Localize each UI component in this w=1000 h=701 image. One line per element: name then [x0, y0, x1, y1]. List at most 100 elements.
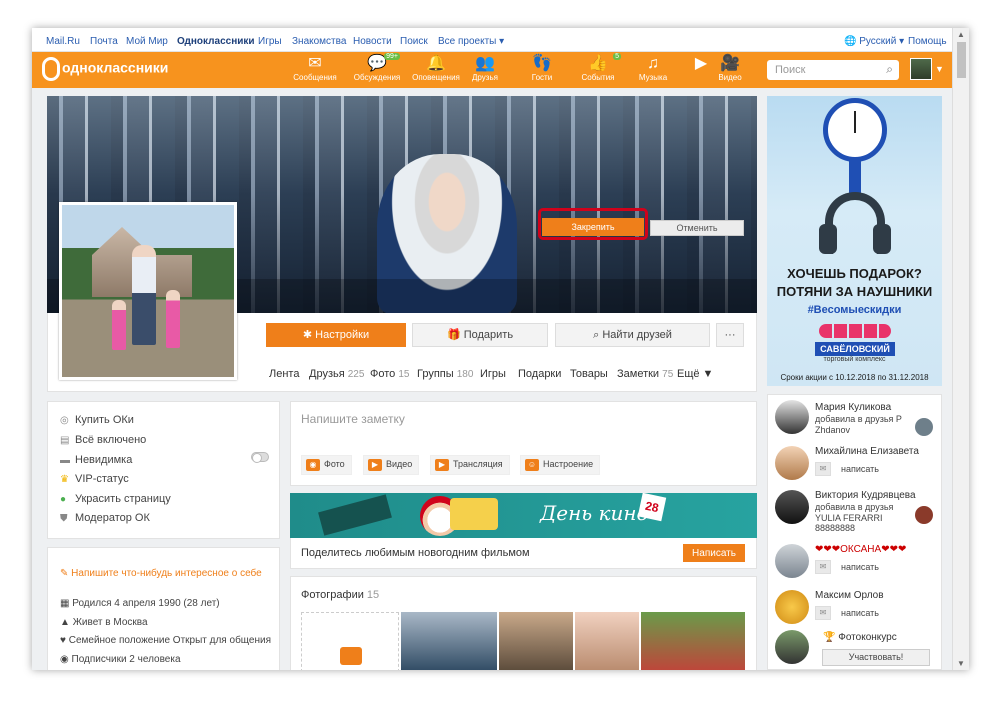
ad-dates: Сроки акции с 10.12.2018 по 31.12.2018: [780, 373, 929, 382]
nav-item[interactable]: 👥 Друзья: [456, 55, 514, 82]
help-link[interactable]: Помощь: [908, 36, 947, 47]
portal-link-search[interactable]: Поиск: [400, 36, 428, 47]
play-screen-icon: [450, 498, 498, 530]
menu-decorate[interactable]: ● Украсить страницу: [60, 493, 171, 505]
about-prompt-link[interactable]: ✎ Напишите что-нибудь интересное о себе: [60, 568, 262, 579]
nav-item[interactable]: 💬 Обсуждения 99+: [348, 53, 406, 82]
nav-label: Сообщения: [293, 73, 337, 82]
language-select[interactable]: 🌐 Русский ▾: [844, 36, 904, 47]
portal-link-mail[interactable]: Почта: [90, 36, 118, 47]
friend-activity-target[interactable]: YULIA FERARRI 88888888: [815, 513, 910, 533]
avatar[interactable]: [775, 446, 809, 480]
note-photo-button[interactable]: ◉ Фото: [301, 455, 352, 475]
cinema-day-banner[interactable]: День кино 28: [290, 493, 757, 538]
menu-moderator[interactable]: ⛊ Модератор ОК: [60, 512, 150, 524]
write-button[interactable]: Написать: [683, 544, 745, 562]
portal-link-ok[interactable]: Одноклассники: [177, 36, 255, 47]
note-video-button[interactable]: ▶ Видео: [363, 455, 420, 475]
smile-icon: ☺: [525, 459, 539, 471]
friend-name[interactable]: Виктория Кудрявцева: [815, 490, 916, 501]
avatar[interactable]: [775, 400, 809, 434]
more-actions-button[interactable]: ···: [716, 323, 744, 347]
search-input[interactable]: Поиск ⌕: [767, 60, 899, 80]
tab-groups[interactable]: Группы 180: [417, 368, 473, 380]
invisible-toggle[interactable]: [251, 452, 269, 463]
portal-link-news[interactable]: Новости: [353, 36, 392, 47]
find-friends-label: Найти друзей: [602, 329, 672, 341]
avatar[interactable]: [775, 630, 809, 664]
avatar[interactable]: [915, 506, 933, 524]
photo-thumbnail[interactable]: [575, 612, 639, 670]
nav-item[interactable]: 👣 Гости: [513, 55, 571, 82]
settings-button[interactable]: ✱ Настройки: [266, 323, 406, 347]
portal-link-games[interactable]: Игры: [258, 36, 282, 47]
message-icon[interactable]: ✉: [815, 462, 831, 476]
about-subscribers[interactable]: ◉ Подписчики 2 человека: [60, 654, 181, 665]
menu-vip[interactable]: ♛ VIP-статус: [60, 473, 129, 485]
avatar[interactable]: [775, 490, 809, 524]
menu-invisible[interactable]: ▬ Невидимка: [60, 454, 132, 466]
nav-item[interactable]: 🎥 Видео: [701, 55, 759, 82]
tab-feed[interactable]: Лента: [269, 368, 299, 380]
scrollbar[interactable]: ▲ ▼: [952, 28, 969, 670]
scrollbar-thumb[interactable]: [957, 42, 966, 78]
add-photo-tile[interactable]: [301, 612, 399, 670]
chevron-down-icon[interactable]: ▼: [935, 64, 944, 74]
tab-gifts[interactable]: Подарки: [518, 368, 561, 380]
advertisement[interactable]: ХОЧЕШЬ ПОДАРОК? ПОТЯНИ ЗА НАУШНИКИ #Весо…: [767, 96, 942, 386]
nav-label: Друзья: [472, 73, 498, 82]
participate-button[interactable]: Участвовать!: [822, 649, 930, 666]
portal-link-mailru[interactable]: Mail.Ru: [46, 36, 80, 47]
cancel-cover-button[interactable]: Отменить: [650, 220, 744, 236]
friend-name[interactable]: ❤❤❤ОКСАНА❤❤❤: [815, 544, 906, 555]
tab-games[interactable]: Игры: [480, 368, 506, 380]
write-message-link[interactable]: написать: [841, 562, 879, 572]
scroll-down-icon[interactable]: ▼: [957, 659, 965, 668]
tab-goods[interactable]: Товары: [570, 368, 608, 380]
contest-title[interactable]: 🏆 Фотоконкурс: [823, 632, 897, 643]
tab-more[interactable]: Ещё ▼: [677, 368, 713, 380]
search-icon[interactable]: ⌕: [886, 62, 893, 77]
avatar[interactable]: [775, 590, 809, 624]
tab-notes[interactable]: Заметки 75: [617, 368, 673, 380]
message-icon[interactable]: ✉: [815, 560, 831, 574]
menu-all-inclusive[interactable]: ▤ Всё включено: [60, 434, 146, 446]
portal-link-my-world[interactable]: Мой Мир: [126, 36, 168, 47]
note-input[interactable]: Напишите заметку: [301, 412, 405, 426]
count-badge: 5: [613, 53, 621, 60]
note-mood-button[interactable]: ☺ Настроение: [520, 455, 601, 475]
message-icon[interactable]: ✉: [815, 606, 831, 620]
ad-brand-sub: торговый комплекс: [823, 356, 886, 363]
location-icon: ▲: [60, 617, 70, 628]
photo-thumbnail[interactable]: [401, 612, 497, 670]
tab-friends[interactable]: Друзья 225: [309, 368, 364, 380]
friend-name[interactable]: Мария Куликова: [815, 402, 891, 413]
photo-thumbnail[interactable]: [641, 612, 745, 670]
write-message-link[interactable]: написать: [841, 464, 879, 474]
photos-title[interactable]: Фотографии 15: [301, 589, 379, 601]
about-born: ▦ Родился 4 апреля 1990 (28 лет): [60, 598, 220, 609]
pin-cover-button[interactable]: Закрепить: [542, 218, 644, 236]
ok-logo[interactable]: одноклассники: [42, 57, 168, 81]
friend-name[interactable]: Михайлина Елизавета: [815, 446, 919, 457]
user-avatar[interactable]: [910, 58, 932, 80]
note-broadcast-button[interactable]: ▶ Трансляция: [430, 455, 510, 475]
friend-activity-target[interactable]: Zhdanov: [815, 425, 850, 435]
portal-link-dating[interactable]: Знакомства: [292, 36, 346, 47]
nav-item[interactable]: ✉ Сообщения: [286, 55, 344, 82]
profile-photo[interactable]: [59, 202, 237, 380]
tab-photos[interactable]: Фото 15: [370, 368, 409, 380]
gift-button[interactable]: 🎁 Подарить: [412, 323, 548, 347]
nav-item[interactable]: 👍 События 5: [569, 53, 627, 82]
avatar[interactable]: [915, 418, 933, 436]
friend-name[interactable]: Максим Орлов: [815, 590, 884, 601]
photo-thumbnail[interactable]: [499, 612, 573, 670]
settings-label: Настройки: [315, 329, 370, 341]
avatar[interactable]: [775, 544, 809, 578]
broadcast-icon: ▶: [435, 459, 449, 471]
write-message-link[interactable]: написать: [841, 608, 879, 618]
portal-link-all-projects[interactable]: Все проекты ▾: [438, 36, 504, 47]
menu-buy-oki[interactable]: ◎ Купить ОКи: [60, 414, 134, 426]
scroll-up-icon[interactable]: ▲: [957, 30, 965, 39]
find-friends-button[interactable]: ⌕ Найти друзей: [555, 323, 710, 347]
